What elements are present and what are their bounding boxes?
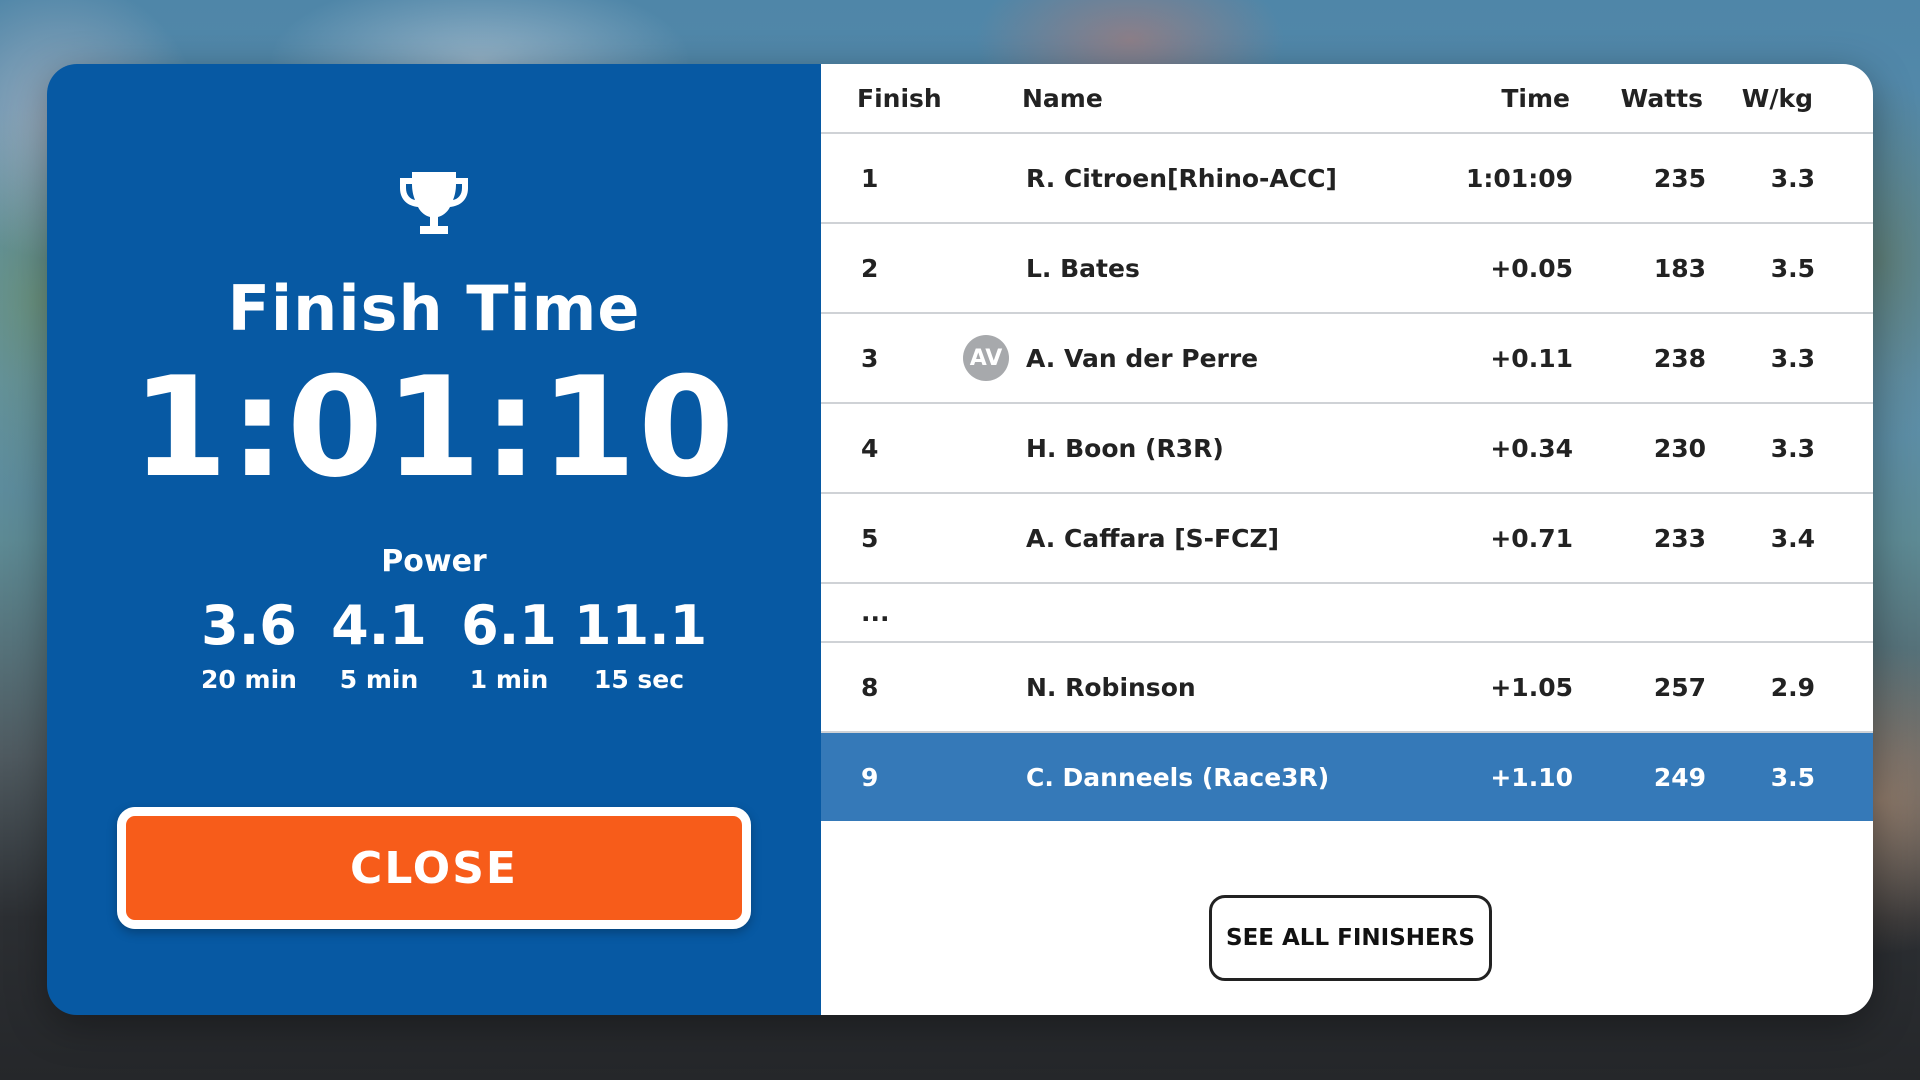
results-table-header: Finish Name Time Watts W/kg (821, 64, 1873, 134)
table-row[interactable]: 2 L. Bates +0.05 183 3.5 (821, 224, 1873, 314)
row-watts: 235 (1653, 163, 1706, 193)
power-stat-20min: 3.6 20 min (184, 594, 314, 694)
row-wkg: 3.5 (1770, 762, 1815, 792)
row-watts: 183 (1653, 253, 1706, 283)
close-button[interactable]: CLOSE (117, 807, 751, 929)
finish-time-title: Finish Time (227, 272, 641, 345)
power-value: 4.1 (331, 594, 427, 657)
row-position: 9 (861, 762, 879, 792)
row-rider-name: L. Bates (1026, 253, 1140, 283)
row-watts: 238 (1653, 343, 1706, 373)
trophy-icon (400, 172, 468, 234)
header-time[interactable]: Time (1501, 64, 1570, 132)
finish-summary-panel: Finish Time 1:01:10 Power 3.6 20 min 4.1… (47, 64, 821, 1015)
power-stats: 3.6 20 min 4.1 5 min 6.1 1 min 11.1 15 s… (184, 594, 708, 694)
row-rider-name: A. Caffara [S-FCZ] (1026, 523, 1280, 553)
power-value: 11.1 (574, 594, 708, 657)
row-time: +0.34 (1490, 433, 1573, 463)
row-position: 2 (861, 253, 879, 283)
row-rider-name: N. Robinson (1026, 672, 1196, 702)
power-duration: 5 min (339, 664, 419, 694)
power-stat-5min: 4.1 5 min (314, 594, 444, 694)
results-table-panel: Finish Name Time Watts W/kg 1 R. Citroen… (821, 64, 1873, 1015)
power-value: 3.6 (201, 594, 297, 657)
row-position: 1 (861, 163, 879, 193)
row-ellipsis: ... (861, 598, 890, 627)
table-row[interactable]: 8 N. Robinson +1.05 257 2.9 (821, 643, 1873, 733)
power-stat-15sec: 11.1 15 sec (574, 594, 708, 694)
row-time: +0.05 (1490, 253, 1573, 283)
row-time: +1.05 (1490, 672, 1573, 702)
row-position: 8 (861, 672, 879, 702)
header-finish[interactable]: Finish (857, 64, 942, 132)
row-rider-name: H. Boon (R3R) (1026, 433, 1224, 463)
power-stat-1min: 6.1 1 min (444, 594, 574, 694)
row-time: 1:01:09 (1466, 163, 1573, 193)
table-row[interactable]: 5 A. Caffara [S-FCZ] +0.71 233 3.4 (821, 494, 1873, 584)
row-rider-name: C. Danneels (Race3R) (1026, 762, 1330, 792)
row-position: 5 (861, 523, 879, 553)
table-row[interactable]: 3 AV A. Van der Perre +0.11 238 3.3 (821, 314, 1873, 404)
row-rider-name: R. Citroen[Rhino-ACC] (1026, 163, 1337, 193)
row-wkg: 3.3 (1770, 343, 1815, 373)
table-row-current-rider[interactable]: 9 C. Danneels (Race3R) +1.10 249 3.5 (821, 733, 1873, 821)
row-time: +0.71 (1490, 523, 1573, 553)
row-wkg: 3.5 (1770, 253, 1815, 283)
row-position: 4 (861, 433, 879, 463)
see-all-finishers-button[interactable]: SEE ALL FINISHERS (1209, 895, 1492, 981)
row-watts: 233 (1653, 523, 1706, 553)
row-watts: 230 (1653, 433, 1706, 463)
table-row[interactable]: 4 H. Boon (R3R) +0.34 230 3.3 (821, 404, 1873, 494)
row-wkg: 2.9 (1770, 672, 1815, 702)
header-wkg[interactable]: W/kg (1742, 64, 1813, 132)
finish-time-value: 1:01:10 (131, 347, 737, 508)
power-duration: 20 min (201, 664, 297, 694)
row-rider-name: A. Van der Perre (1026, 343, 1259, 373)
race-results-modal: Finish Time 1:01:10 Power 3.6 20 min 4.1… (47, 64, 1873, 1015)
row-wkg: 3.3 (1770, 163, 1815, 193)
row-time: +1.10 (1490, 762, 1573, 792)
row-wkg: 3.3 (1770, 433, 1815, 463)
power-duration: 15 sec (593, 664, 685, 694)
row-time: +0.11 (1490, 343, 1573, 373)
row-watts: 249 (1653, 762, 1706, 792)
power-duration: 1 min (469, 664, 549, 694)
header-name[interactable]: Name (1022, 64, 1103, 132)
power-label: Power (381, 544, 487, 579)
row-wkg: 3.4 (1770, 523, 1815, 553)
header-watts[interactable]: Watts (1621, 64, 1703, 132)
table-row-gap: ... (821, 584, 1873, 643)
power-value: 6.1 (461, 594, 557, 657)
table-row[interactable]: 1 R. Citroen[Rhino-ACC] 1:01:09 235 3.3 (821, 134, 1873, 224)
row-position: 3 (861, 343, 879, 373)
avatar: AV (963, 335, 1009, 381)
row-watts: 257 (1653, 672, 1706, 702)
